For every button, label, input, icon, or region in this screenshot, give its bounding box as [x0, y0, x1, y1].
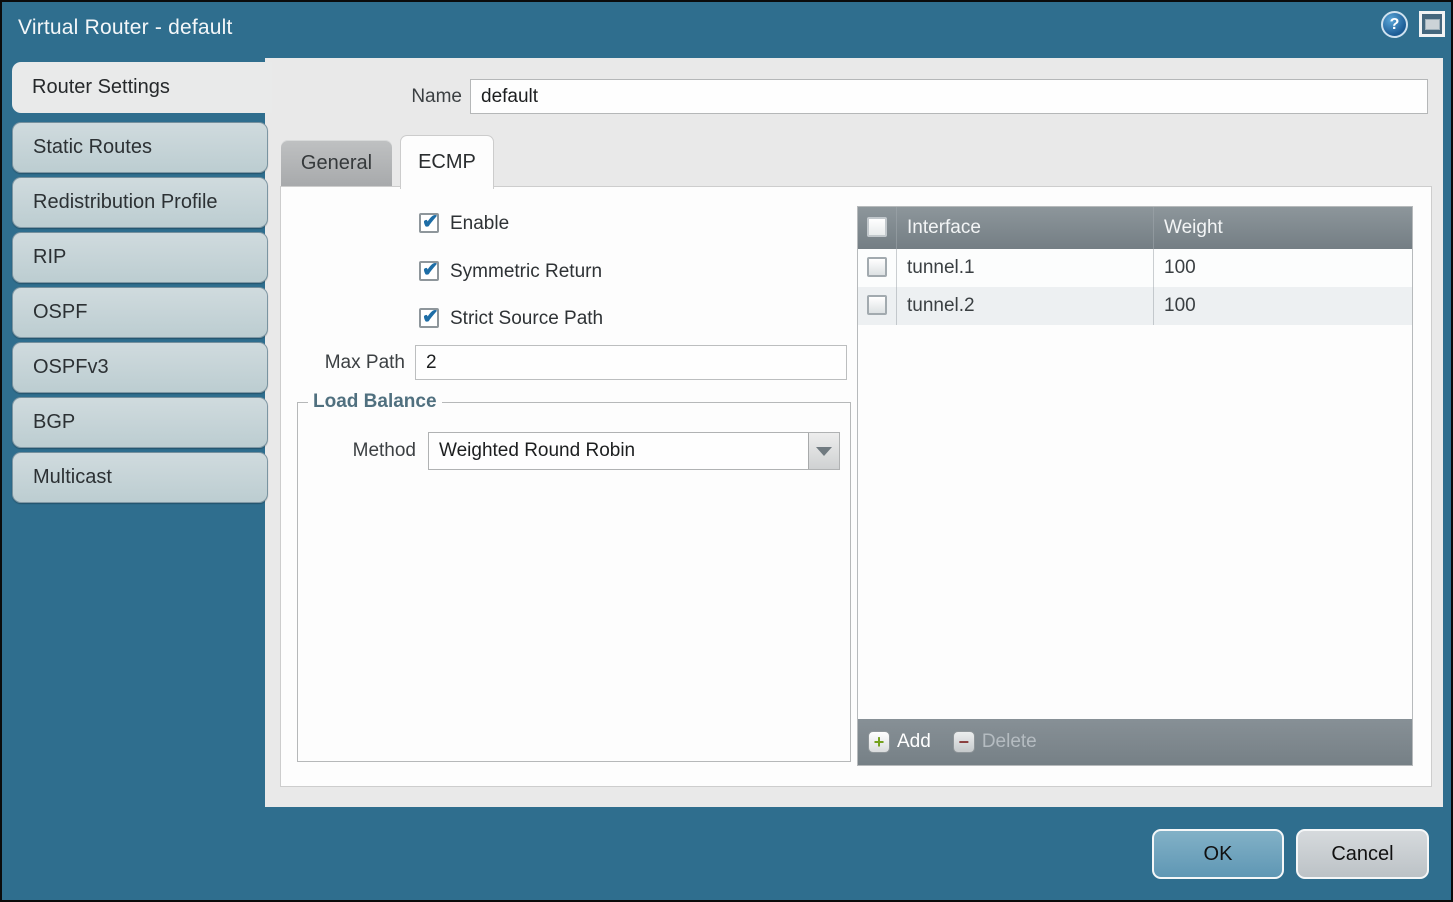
- add-button[interactable]: + Add: [868, 731, 931, 753]
- cell-interface: tunnel.1: [897, 249, 1153, 287]
- method-dropdown-button[interactable]: [808, 433, 839, 469]
- sidebar-item-multicast[interactable]: Multicast: [12, 452, 268, 503]
- enable-label: Enable: [450, 212, 509, 236]
- max-path-input[interactable]: [415, 345, 847, 380]
- symmetric-return-label: Symmetric Return: [450, 260, 602, 284]
- column-header-interface[interactable]: Interface: [897, 207, 1153, 249]
- name-label: Name: [332, 79, 462, 114]
- delete-button-label: Delete: [982, 731, 1037, 753]
- interface-table: Interface Weight tunnel.1 100 tunnel.2 1…: [857, 206, 1413, 766]
- table-row[interactable]: tunnel.1 100: [858, 249, 1412, 287]
- load-balance-fieldset: Load Balance Method Weighted Round Robin: [297, 402, 851, 762]
- table-footer: + Add − Delete: [858, 719, 1412, 765]
- method-select[interactable]: Weighted Round Robin: [428, 432, 840, 470]
- sidebar-item-redistribution-profile[interactable]: Redistribution Profile: [12, 177, 268, 228]
- ok-button[interactable]: OK: [1152, 829, 1284, 879]
- plus-icon: +: [868, 731, 890, 753]
- cell-interface: tunnel.2: [897, 287, 1153, 325]
- sidebar-item-static-routes[interactable]: Static Routes: [12, 122, 268, 173]
- cancel-button[interactable]: Cancel: [1296, 829, 1429, 879]
- strict-source-path-checkbox[interactable]: [419, 308, 439, 328]
- strict-source-path-label: Strict Source Path: [450, 307, 603, 331]
- enable-checkbox[interactable]: [419, 213, 439, 233]
- max-path-label: Max Path: [280, 345, 405, 380]
- virtual-router-dialog: Virtual Router - default ? Router Settin…: [0, 0, 1453, 902]
- minus-icon: −: [953, 731, 975, 753]
- column-header-weight[interactable]: Weight: [1154, 207, 1412, 249]
- sidebar-item-bgp[interactable]: BGP: [12, 397, 268, 448]
- row-checkbox[interactable]: [867, 295, 887, 315]
- cell-weight: 100: [1154, 249, 1412, 287]
- load-balance-legend: Load Balance: [308, 391, 442, 413]
- sidebar-item-router-settings[interactable]: Router Settings: [12, 62, 272, 113]
- name-input[interactable]: [470, 79, 1428, 114]
- method-selected-value: Weighted Round Robin: [439, 433, 635, 469]
- table-header: Interface Weight: [858, 207, 1412, 249]
- sidebar-item-ospf[interactable]: OSPF: [12, 287, 268, 338]
- dialog-title: Virtual Router - default: [18, 16, 233, 40]
- add-button-label: Add: [897, 731, 931, 753]
- chevron-down-icon: [816, 447, 832, 456]
- tab-ecmp[interactable]: ECMP: [400, 135, 494, 189]
- window-restore-icon[interactable]: [1419, 11, 1445, 37]
- delete-button[interactable]: − Delete: [953, 731, 1037, 753]
- tab-general[interactable]: General: [281, 140, 392, 187]
- table-row[interactable]: tunnel.2 100: [858, 287, 1412, 325]
- sidebar-item-ospfv3[interactable]: OSPFv3: [12, 342, 268, 393]
- symmetric-return-checkbox[interactable]: [419, 261, 439, 281]
- row-checkbox[interactable]: [867, 257, 887, 277]
- select-all-checkbox[interactable]: [867, 217, 887, 237]
- sidebar-item-rip[interactable]: RIP: [12, 232, 268, 283]
- method-label: Method: [298, 432, 416, 470]
- help-icon[interactable]: ?: [1381, 11, 1408, 38]
- cell-weight: 100: [1154, 287, 1412, 325]
